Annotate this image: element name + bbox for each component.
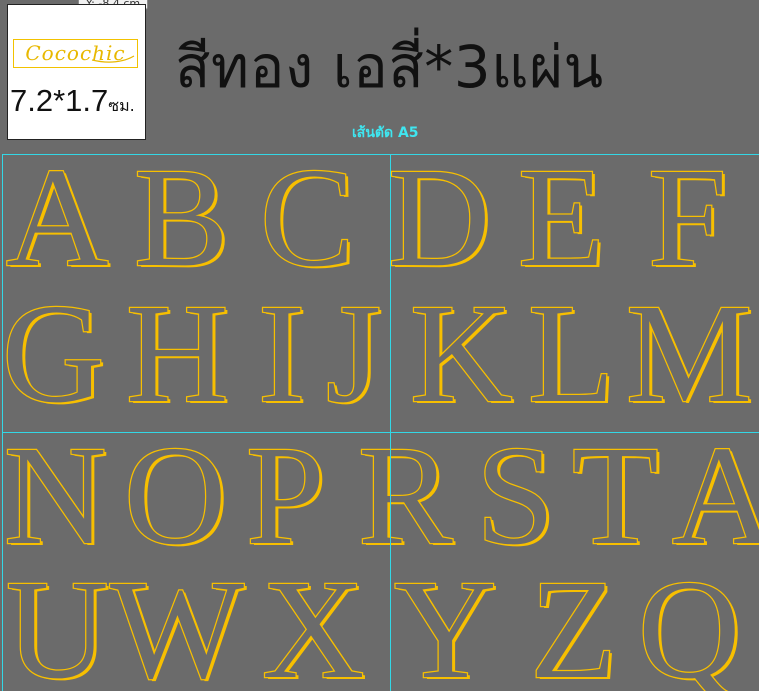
letter-h[interactable]: H <box>125 281 230 426</box>
letter-t[interactable]: T <box>571 423 660 568</box>
letter-d[interactable]: D <box>387 145 492 290</box>
letter-o[interactable]: O <box>123 423 228 568</box>
letter-f[interactable]: F <box>647 145 728 290</box>
guide-line-left[interactable] <box>2 154 3 691</box>
letter-y[interactable]: Y <box>393 557 498 691</box>
letter-z[interactable]: Z <box>529 557 618 691</box>
letter-e[interactable]: E <box>517 145 606 290</box>
guide-line-middle[interactable] <box>2 432 759 433</box>
letter-w[interactable]: W <box>109 557 246 691</box>
letter-k[interactable]: K <box>409 281 514 426</box>
letter-b[interactable]: B <box>133 145 230 290</box>
letter-n[interactable]: N <box>3 423 108 568</box>
guide-line-center[interactable] <box>390 154 391 691</box>
letter-u[interactable]: U <box>5 557 110 691</box>
letter-x[interactable]: X <box>261 557 366 691</box>
guide-line-top[interactable] <box>2 154 759 155</box>
letter-l[interactable]: L <box>527 281 616 426</box>
letter-s[interactable]: S <box>475 423 556 568</box>
letter-i[interactable]: I <box>257 281 307 426</box>
letter-a[interactable]: A <box>5 145 110 290</box>
letter-r[interactable]: R <box>357 423 454 568</box>
letter-m[interactable]: M <box>625 281 754 426</box>
letter-artwork[interactable]: A B C D E F G H I J K L M N O P R S T A … <box>0 0 759 691</box>
letter-g[interactable]: G <box>1 281 106 426</box>
letter-a-partial[interactable]: A <box>671 423 759 568</box>
letter-q[interactable]: Q <box>637 557 742 691</box>
letter-p[interactable]: P <box>245 423 326 568</box>
letter-j[interactable]: J <box>325 281 383 426</box>
letter-c[interactable]: C <box>259 145 356 290</box>
